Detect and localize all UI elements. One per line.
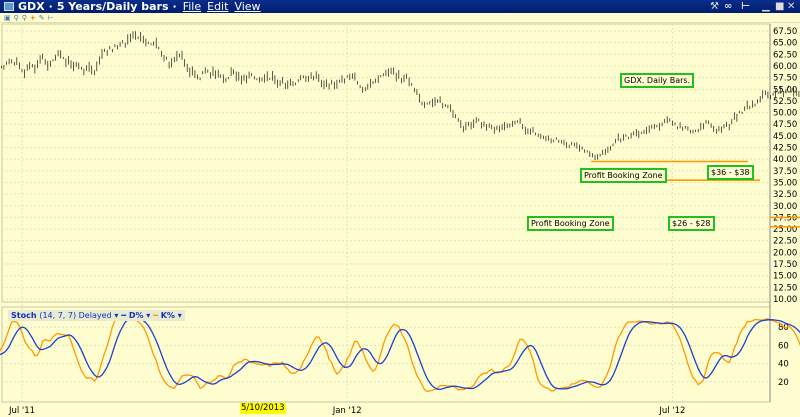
price-chart[interactable]: 10.0012.5015.0017.5020.0022.5025.0027.50…	[0, 0, 800, 417]
price-tick-label: 52.50	[773, 97, 797, 107]
time-tick-label: Jan '12	[332, 406, 362, 416]
price-tick-label: 60.00	[773, 62, 797, 72]
time-tick-label: Jul '11	[8, 406, 35, 416]
stoch-pane	[1, 306, 771, 403]
price-tick-label: 40.00	[773, 155, 797, 165]
price-tick-label: 12.50	[773, 283, 797, 293]
price-tick-label: 35.00	[773, 178, 797, 188]
price-tick-label: 67.50	[773, 27, 797, 37]
chart-title-box: GDX. Daily Bars.	[620, 73, 695, 88]
stoch-tick-label: 80	[778, 323, 789, 333]
price-tick-label: 47.50	[773, 120, 797, 130]
cursor-date: 5/10/2013	[240, 403, 286, 414]
d-legend[interactable]: D%	[129, 311, 144, 320]
price-tick-label: 62.50	[773, 50, 797, 60]
price-tick-label: 20.00	[773, 248, 797, 258]
stoch-legend[interactable]: Stoch (14, 7, 7) Delayed ▾ ━ D% ▾ ━ K% ▾	[8, 310, 185, 321]
price-tick-label: 65.00	[773, 39, 797, 49]
price-tick-label: 10.00	[773, 295, 797, 305]
price-tick-label: 17.50	[773, 260, 797, 270]
price-tick-label: 50.00	[773, 109, 797, 119]
price-tick-label: 57.50	[773, 74, 797, 84]
stoch-tick-label: 20	[778, 378, 789, 388]
stoch-tick-label: 60	[778, 341, 789, 351]
price-tick-label: 22.50	[773, 237, 797, 247]
price-tick-label: 30.00	[773, 202, 797, 212]
price-tick-label: 37.50	[773, 167, 797, 177]
price-tick-label: 45.00	[773, 132, 797, 142]
price-tick-label: 15.00	[773, 272, 797, 282]
stoch-tick-label: 40	[778, 360, 789, 370]
lower-zone-label: Profit Booking Zone	[527, 216, 614, 231]
price-tick-label: 27.50	[773, 213, 797, 223]
k-legend[interactable]: K%	[161, 311, 175, 320]
time-tick-label: Jul '12	[658, 406, 685, 416]
stoch-params: (14, 7, 7) Delayed	[39, 311, 112, 320]
lower-zone-range: $26 - $28	[668, 216, 715, 231]
price-tick-label: 42.50	[773, 144, 797, 154]
stoch-name: Stoch	[11, 311, 37, 320]
price-tick-label: 32.50	[773, 190, 797, 200]
upper-zone-range: $36 - $38	[707, 165, 754, 180]
upper-zone-label: Profit Booking Zone	[580, 168, 667, 183]
